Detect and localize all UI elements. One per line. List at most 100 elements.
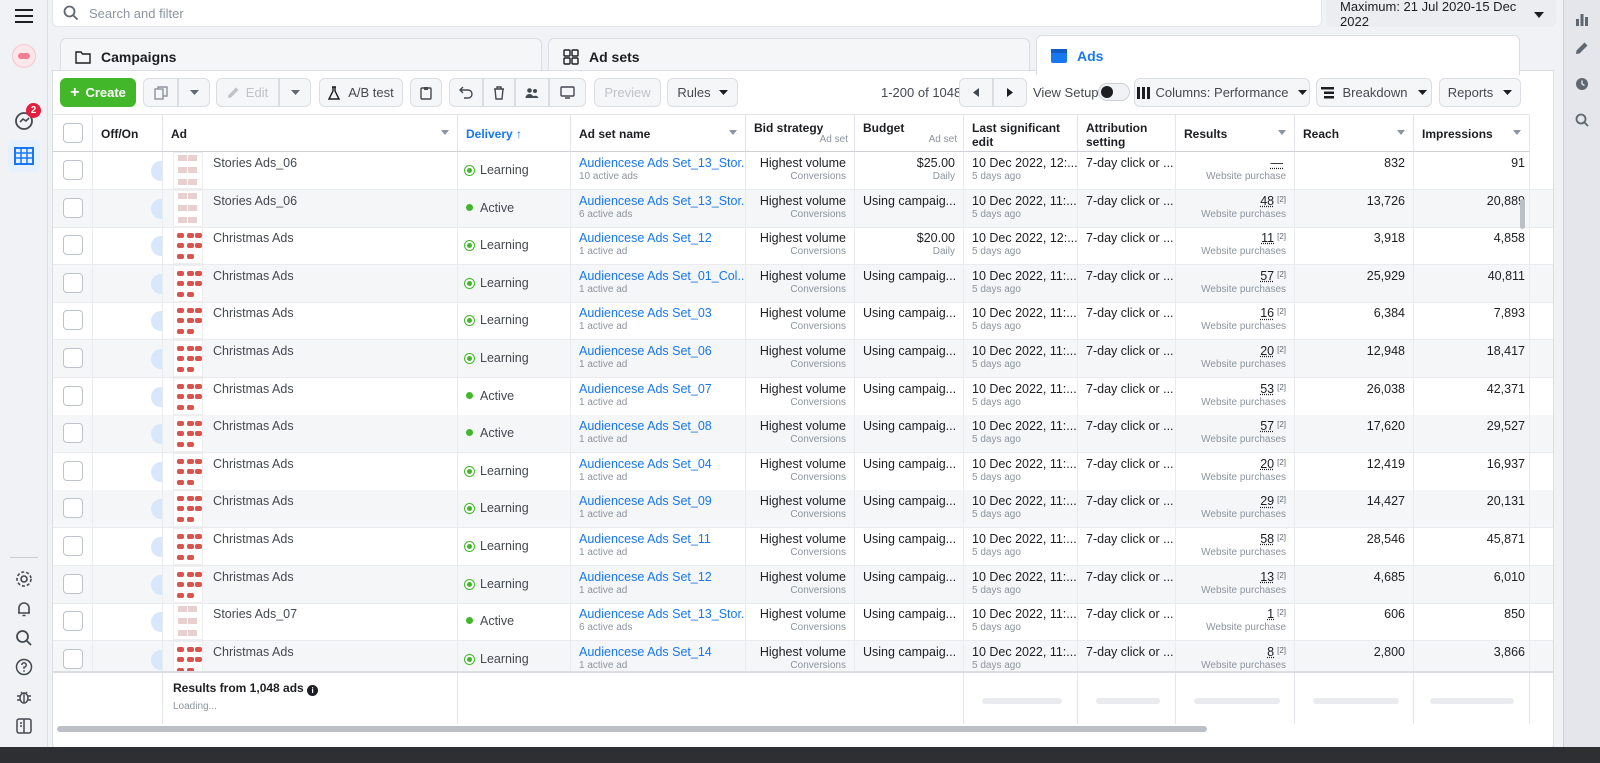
ad-thumbnail[interactable]	[173, 377, 203, 415]
results-value[interactable]: 11	[1261, 231, 1274, 245]
table-row[interactable]: Christmas Ads Learning Audiencese Ads Set_…	[53, 340, 1553, 378]
table-row[interactable]: Christmas Ads Learning Audiencese Ads Set_…	[53, 528, 1553, 566]
ad-thumbnail[interactable]	[173, 227, 203, 265]
ad-toggle[interactable]	[151, 273, 162, 294]
header-ad-set-name[interactable]: Ad set name	[571, 114, 746, 152]
ad-toggle[interactable]	[151, 386, 162, 407]
row-checkbox[interactable]	[63, 235, 83, 256]
audience-button[interactable]	[515, 78, 549, 107]
ad-thumbnail[interactable]	[173, 490, 203, 528]
ad-name[interactable]: Christmas Ads	[213, 269, 294, 283]
ad-thumbnail[interactable]	[173, 565, 203, 603]
ad-name[interactable]: Christmas Ads	[213, 382, 294, 396]
ad-set-link[interactable]: Audiencese Ads Set_04	[579, 457, 737, 471]
ad-toggle[interactable]	[151, 499, 162, 520]
results-value[interactable]: 1	[1267, 607, 1274, 621]
row-checkbox[interactable]	[63, 573, 83, 594]
help-icon[interactable]	[12, 655, 36, 679]
next-page-button[interactable]	[993, 78, 1027, 107]
ad-name[interactable]: Christmas Ads	[213, 344, 294, 358]
header-off-on[interactable]: Off/On	[93, 114, 163, 152]
ad-set-link[interactable]: Audiencese Ads Set_08	[579, 419, 737, 433]
ad-name[interactable]: Christmas Ads	[213, 419, 294, 433]
vertical-scrollbar[interactable]	[1520, 199, 1525, 229]
table-row[interactable]: Christmas Ads Active Audiencese Ads Set_08…	[53, 415, 1553, 454]
select-all-checkbox[interactable]	[63, 123, 83, 143]
undo-button[interactable]	[449, 78, 483, 107]
view-setup-toggle[interactable]	[1098, 83, 1130, 101]
ad-set-link[interactable]: Audiencese Ads Set_11	[579, 532, 737, 546]
header-attribution[interactable]: Attribution setting	[1078, 114, 1176, 152]
ad-thumbnail[interactable]	[173, 452, 203, 490]
ad-name[interactable]: Christmas Ads	[213, 532, 294, 546]
row-checkbox[interactable]	[63, 498, 83, 519]
ad-set-link[interactable]: Audiencese Ads Set_03	[579, 306, 737, 320]
clock-icon[interactable]	[1571, 73, 1593, 95]
create-button[interactable]: + Create	[60, 78, 136, 107]
ad-toggle[interactable]	[151, 349, 162, 369]
ad-name[interactable]: Christmas Ads	[213, 494, 294, 508]
ad-set-link[interactable]: Audiencese Ads Set_13_Stor...	[579, 156, 745, 170]
ad-set-link[interactable]: Audiencese Ads Set_06	[579, 344, 737, 358]
row-checkbox[interactable]	[63, 310, 83, 331]
ad-thumbnail[interactable]	[173, 264, 203, 302]
table-row[interactable]: Stories Ads_07 Active Audiencese Ads Set_1…	[53, 603, 1553, 642]
duplicate-dropdown[interactable]	[178, 78, 210, 107]
ad-toggle[interactable]	[151, 574, 162, 595]
row-checkbox[interactable]	[63, 536, 83, 556]
table-row[interactable]: Christmas Ads Learning Audiencese Ads Set_…	[53, 227, 1553, 266]
ad-name[interactable]: Stories Ads_06	[213, 156, 297, 170]
header-reach[interactable]: Reach	[1295, 114, 1414, 152]
ad-set-link[interactable]: Audiencese Ads Set_13_Stor...	[579, 194, 745, 208]
table-row[interactable]: Stories Ads_06 Learning Audiencese Ads Set…	[53, 152, 1553, 190]
ad-set-link[interactable]: Audiencese Ads Set_12	[579, 570, 737, 584]
header-bid-strategy[interactable]: Bid strategy Ad set	[746, 114, 855, 152]
ad-name[interactable]: Stories Ads_07	[213, 607, 297, 621]
ad-set-link[interactable]: Audiencese Ads Set_14	[579, 645, 737, 659]
header-delivery[interactable]: Delivery ↑	[458, 114, 571, 152]
info-icon[interactable]: i	[307, 685, 319, 696]
date-range-picker[interactable]: Maximum: 21 Jul 2020-15 Dec 2022	[1326, 0, 1556, 29]
ad-thumbnail[interactable]	[173, 152, 203, 189]
breakdown-button[interactable]: Breakdown	[1316, 78, 1432, 107]
panel-toggle-icon[interactable]	[12, 714, 36, 738]
row-checkbox[interactable]	[63, 423, 83, 444]
pencil-icon[interactable]	[1571, 37, 1593, 59]
results-value[interactable]: 8	[1267, 645, 1274, 659]
results-value[interactable]: 58	[1260, 532, 1274, 546]
row-checkbox[interactable]	[63, 160, 83, 180]
table-row[interactable]: Christmas Ads Learning Audiencese Ads Set_…	[53, 264, 1553, 303]
edit-button[interactable]: Edit	[216, 78, 279, 107]
bell-icon[interactable]	[12, 597, 36, 621]
preview-button[interactable]: Preview	[594, 78, 661, 107]
table-row[interactable]: Christmas Ads Learning Audiencese Ads Set_…	[53, 490, 1553, 529]
row-checkbox[interactable]	[63, 385, 83, 406]
ad-name[interactable]: Stories Ads_06	[213, 194, 297, 208]
search-input[interactable]: Search and filter	[89, 6, 184, 21]
search-zoom-icon[interactable]	[1571, 109, 1593, 131]
ad-toggle[interactable]	[151, 649, 162, 670]
results-value[interactable]: 13	[1260, 570, 1274, 584]
ad-name[interactable]: Christmas Ads	[213, 645, 294, 659]
row-checkbox[interactable]	[63, 197, 83, 218]
ad-set-link[interactable]: Audiencese Ads Set_01_Col...	[579, 269, 745, 283]
ads-table-icon[interactable]	[8, 140, 40, 172]
bug-icon[interactable]	[12, 685, 36, 709]
table-row[interactable]: Stories Ads_06 Active Audiencese Ads Set_1…	[53, 189, 1553, 228]
duplicate-button[interactable]	[143, 78, 178, 107]
ad-toggle[interactable]	[151, 612, 162, 633]
results-value[interactable]: —	[1271, 156, 1284, 170]
ad-thumbnail[interactable]	[173, 189, 203, 227]
columns-button[interactable]: Columns: Performance	[1134, 78, 1310, 107]
row-checkbox[interactable]	[63, 648, 83, 669]
ad-thumbnail[interactable]	[173, 340, 203, 377]
clipboard-button[interactable]	[410, 78, 442, 107]
ad-set-link[interactable]: Audiencese Ads Set_07	[579, 382, 737, 396]
ad-name[interactable]: Christmas Ads	[213, 306, 294, 320]
table-row[interactable]: Christmas Ads Learning Audiencese Ads Set_…	[53, 302, 1553, 341]
ad-thumbnail[interactable]	[173, 415, 203, 453]
ad-toggle[interactable]	[151, 311, 162, 332]
results-value[interactable]: 29	[1260, 494, 1274, 508]
bar-chart-icon[interactable]	[1571, 8, 1593, 30]
header-budget[interactable]: Budget Ad set	[855, 114, 964, 152]
